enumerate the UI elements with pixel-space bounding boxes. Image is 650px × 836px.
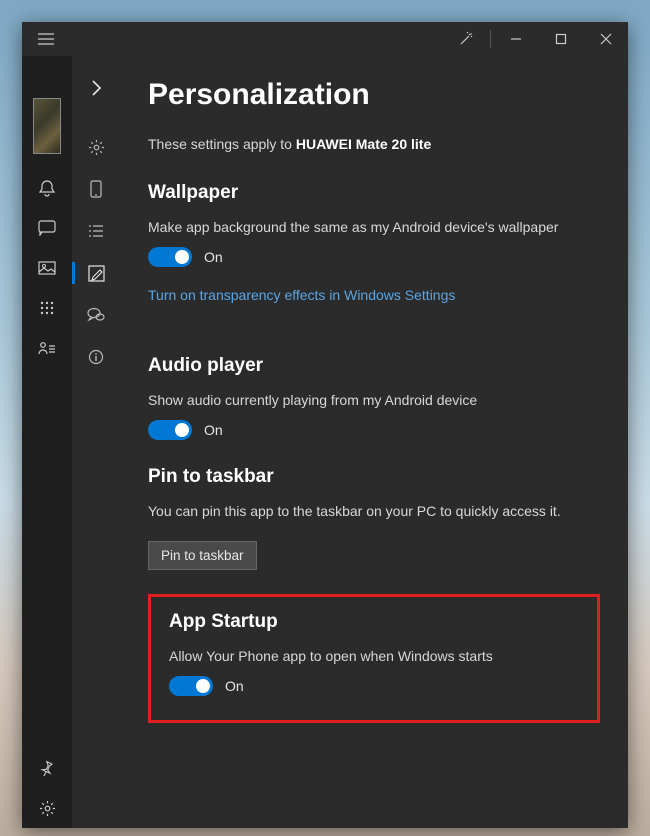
app-startup-section: App Startup Allow Your Phone app to open… [148,594,600,723]
device-name: HUAWEI Mate 20 lite [296,136,431,152]
content-area: Personalization These settings apply to … [120,56,628,828]
left-rail [22,56,72,828]
titlebar [22,22,628,56]
transparency-link[interactable]: Turn on transparency effects in Windows … [148,287,455,303]
hamburger-menu-button[interactable] [22,22,70,56]
titlebar-divider [490,30,491,48]
startup-heading: App Startup [169,611,579,633]
audio-description: Show audio currently playing from my And… [148,391,600,410]
pin-description: You can pin this app to the taskbar on y… [148,502,600,521]
feedback-icon[interactable] [72,294,120,336]
startup-toggle-label: On [225,678,244,694]
startup-toggle[interactable] [169,676,213,696]
page-subtitle: These settings apply to HUAWEI Mate 20 l… [148,136,600,152]
page-title: Personalization [148,78,600,112]
notifications-icon[interactable] [23,168,71,208]
audio-toggle[interactable] [148,420,192,440]
pin-section: Pin to taskbar You can pin this app to t… [148,466,600,570]
settings-icon[interactable] [23,788,71,828]
wallpaper-toggle-label: On [204,249,223,265]
startup-description: Allow Your Phone app to open when Window… [169,647,579,666]
contacts-icon[interactable] [23,328,71,368]
general-settings-icon[interactable] [72,126,120,168]
photos-icon[interactable] [23,248,71,288]
audio-section: Audio player Show audio currently playin… [148,355,600,440]
pin-icon[interactable] [23,748,71,788]
minimize-button[interactable] [493,22,538,56]
audio-heading: Audio player [148,355,600,377]
close-button[interactable] [583,22,628,56]
wallpaper-heading: Wallpaper [148,182,600,204]
back-button[interactable] [72,68,120,108]
messages-icon[interactable] [23,208,71,248]
magic-wand-icon[interactable] [443,22,488,56]
maximize-button[interactable] [538,22,583,56]
pin-heading: Pin to taskbar [148,466,600,488]
device-icon[interactable] [72,168,120,210]
features-list-icon[interactable] [72,210,120,252]
pin-to-taskbar-button[interactable]: Pin to taskbar [148,541,257,570]
subtitle-prefix: These settings apply to [148,136,296,152]
about-icon[interactable] [72,336,120,378]
settings-submenu [72,56,120,828]
audio-toggle-label: On [204,422,223,438]
wallpaper-section: Wallpaper Make app background the same a… [148,182,600,329]
device-thumbnail[interactable] [33,98,61,154]
personalization-icon[interactable] [72,252,120,294]
wallpaper-toggle[interactable] [148,247,192,267]
dialpad-icon[interactable] [23,288,71,328]
wallpaper-description: Make app background the same as my Andro… [148,218,600,237]
app-window: Personalization These settings apply to … [22,22,628,828]
